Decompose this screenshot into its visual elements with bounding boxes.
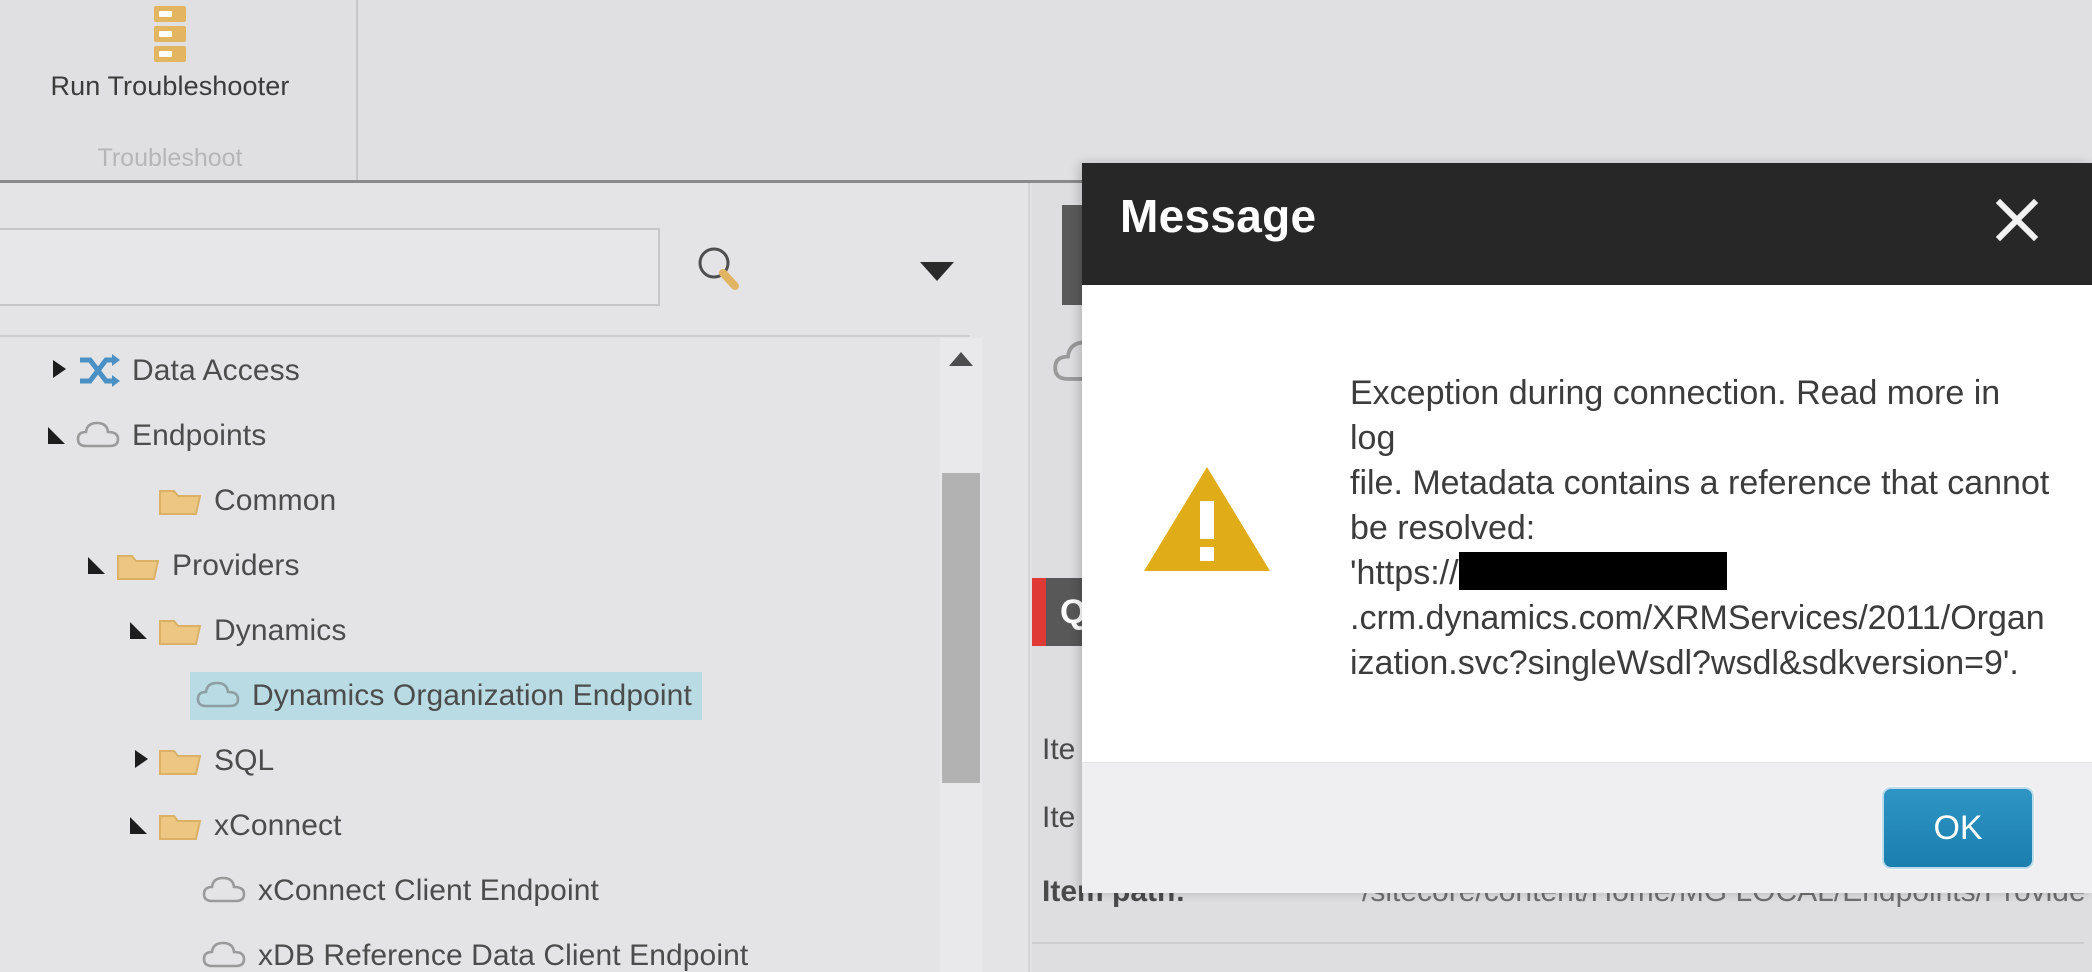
folder-icon (158, 481, 202, 521)
app-window: Run Troubleshooter Troubleshoot Data Acc… (0, 0, 2092, 972)
cloud-icon (202, 871, 246, 911)
content-tree-panel: Data Access Endpoints Common Providers D… (0, 183, 1030, 972)
tree-item-xdb-reference-data-client-endpoint[interactable]: xDB Reference Data Client Endpoint (0, 923, 970, 972)
tree-item-label: Common (214, 483, 337, 517)
chevron-right-icon[interactable] (46, 356, 76, 386)
tree-item-xconnect-client-endpoint[interactable]: xConnect Client Endpoint (0, 858, 970, 923)
chevron-down-icon[interactable] (86, 551, 116, 581)
run-troubleshooter-button[interactable]: Run Troubleshooter (0, 4, 340, 102)
folder-icon (116, 546, 160, 586)
dialog-message-line-2: file. Metadata contains a reference that… (1350, 464, 2050, 502)
tree-item-providers[interactable]: Providers (0, 533, 970, 598)
dialog-message-url-suffix: .crm.dynamics.com/XRMServices/2011/Organ… (1350, 599, 2045, 682)
tree-search-row (0, 228, 1030, 338)
tree-search-divider (0, 335, 970, 337)
cloud-icon (76, 416, 120, 456)
shuffle-icon (76, 351, 120, 391)
folder-icon (158, 806, 202, 846)
panel-divider (1028, 183, 1030, 972)
scrollbar-thumb[interactable] (942, 473, 980, 783)
tree-item-label: Dynamics (214, 613, 347, 647)
redacted-hostname (1458, 552, 1727, 590)
dialog-title: Message (1120, 190, 1317, 242)
dialog-footer: OK (1082, 762, 2092, 893)
tree-vertical-scrollbar[interactable] (940, 338, 982, 972)
tree-item-endpoints[interactable]: Endpoints (0, 403, 970, 468)
tree-item-label: Endpoints (132, 418, 267, 452)
dialog-body: Exception during connection. Read more i… (1082, 285, 2092, 762)
message-dialog: Message Exception during connection. Rea… (1082, 163, 2092, 893)
tree-item-label: Providers (172, 548, 300, 582)
server-rack-icon (146, 4, 194, 66)
tree-item-label: xDB Reference Data Client Endpoint (258, 938, 749, 972)
tree-item-label: xConnect Client Endpoint (258, 873, 599, 907)
twisty-placeholder (128, 486, 158, 516)
tree-item-label: Data Access (132, 353, 300, 387)
tree-item-label: Dynamics Organization Endpoint (252, 678, 692, 712)
dialog-message-line-3: be resolved: (1350, 509, 1536, 547)
tree-item-list: Data Access Endpoints Common Providers D… (0, 338, 970, 972)
warning-triangle-icon (1142, 463, 1272, 575)
tree-item-sql[interactable]: SQL (0, 728, 970, 793)
item-field-label-2: Ite (1042, 801, 1076, 834)
tree-item-label: SQL (214, 743, 275, 777)
tree-item-data-access[interactable]: Data Access (0, 338, 970, 403)
tree-item-dynamics[interactable]: Dynamics (0, 598, 970, 663)
chevron-down-icon[interactable] (128, 616, 158, 646)
cloud-icon (196, 676, 240, 716)
close-icon[interactable] (1986, 189, 2048, 251)
chevron-down-icon[interactable] (920, 262, 954, 281)
ribbon-group-label: Troubleshoot (97, 144, 243, 172)
search-input[interactable] (0, 228, 660, 306)
tree-item-selected-highlight: Dynamics Organization Endpoint (190, 671, 702, 720)
dialog-message-line-1: Exception during connection. Read more i… (1350, 374, 2001, 457)
cloud-icon (202, 936, 246, 972)
tree-item-xconnect[interactable]: xConnect (0, 793, 970, 858)
panel-bottom-divider (1032, 942, 2092, 944)
ribbon-group-troubleshoot: Run Troubleshooter Troubleshoot (0, 0, 358, 180)
dialog-message-url-prefix: 'https:// (1350, 554, 1459, 592)
chevron-down-icon[interactable] (128, 811, 158, 841)
item-field-label-1: Ite (1042, 733, 1076, 766)
ok-button[interactable]: OK (1882, 787, 2034, 869)
magnifier-icon[interactable] (690, 240, 746, 296)
tree-item-common[interactable]: Common (0, 468, 970, 533)
folder-icon (158, 741, 202, 781)
triangle-up-icon[interactable] (949, 352, 973, 366)
folder-icon (158, 611, 202, 651)
chevron-right-icon[interactable] (128, 746, 158, 776)
tree-item-dynamics-organization-endpoint[interactable]: Dynamics Organization Endpoint (0, 663, 970, 728)
chevron-down-icon[interactable] (46, 421, 76, 451)
dialog-message-text: Exception during connection. Read more i… (1350, 371, 2050, 686)
run-troubleshooter-label: Run Troubleshooter (50, 71, 290, 101)
dialog-titlebar: Message (1082, 163, 2092, 285)
ribbon-toolbar: Run Troubleshooter Troubleshoot (0, 0, 2092, 183)
tree-item-label: xConnect (214, 808, 342, 842)
